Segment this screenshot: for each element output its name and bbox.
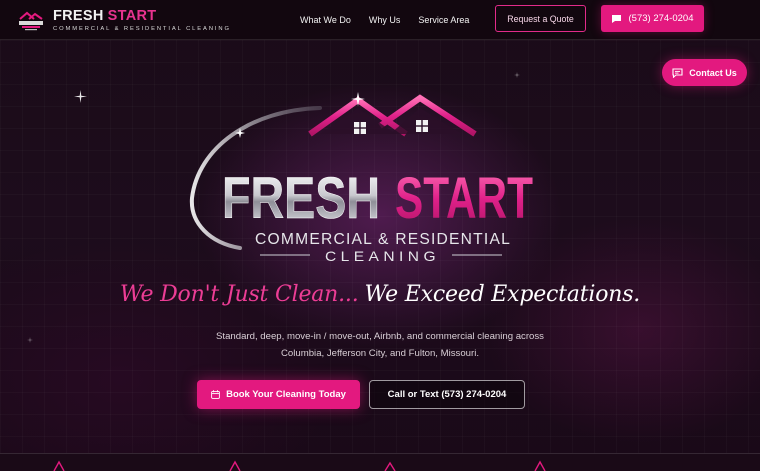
hero-description: Standard, deep, move-in / move-out, Airb… <box>0 328 760 362</box>
site-header: FRESH START COMMERCIAL & RESIDENTIAL CLEA… <box>0 0 760 40</box>
header-phone-label: (573) 274-0204 <box>628 13 694 24</box>
call-or-text-label: Call or Text (573) 274-0204 <box>387 389 507 400</box>
book-cleaning-label: Book Your Cleaning Today <box>226 389 346 400</box>
book-cleaning-button[interactable]: Book Your Cleaning Today <box>197 380 360 409</box>
hero-logo-word-start: START <box>395 166 533 231</box>
brand-name-second: START <box>107 7 157 24</box>
sparkle-icon <box>74 90 87 103</box>
feature-icon <box>534 460 546 471</box>
nav-link-what-we-do[interactable]: What We Do <box>300 15 351 25</box>
sparkle-icon <box>514 72 520 78</box>
message-icon <box>672 67 683 78</box>
hero-logo: FRESH START COMMERCIAL & RESIDENTIAL CLE… <box>189 92 533 264</box>
contact-us-label: Contact Us <box>689 67 737 78</box>
brand-name-first: FRESH <box>53 7 104 24</box>
tagline-part-2: We Exceed Expectations. <box>364 282 641 307</box>
chat-icon <box>611 14 621 23</box>
tagline-part-1: We Don't Just Clean... <box>119 282 359 307</box>
nav-link-why-us[interactable]: Why Us <box>369 15 401 25</box>
nav-link-service-area[interactable]: Service Area <box>418 15 469 25</box>
hero-logo-word-fresh: FRESH <box>222 166 380 231</box>
hero-logo-line-2: CLEANING <box>325 248 440 264</box>
request-quote-label: Request a Quote <box>507 13 574 24</box>
calendar-icon <box>211 390 220 399</box>
main-nav: What We Do Why Us Service Area <box>300 0 487 40</box>
header-phone-button[interactable]: (573) 274-0204 <box>601 5 704 32</box>
hero-tagline: We Don't Just Clean... We Exceed Expectat… <box>0 282 760 307</box>
next-section-strip <box>0 453 760 471</box>
feature-icon <box>229 460 241 471</box>
hero-description-line-2: Columbia, Jefferson City, and Fulton, Mi… <box>281 348 479 359</box>
hero-logo-line-1: COMMERCIAL & RESIDENTIAL <box>255 231 511 248</box>
hero-description-line-1: Standard, deep, move-in / move-out, Airb… <box>216 331 544 342</box>
feature-icon <box>53 460 65 471</box>
feature-icon <box>384 461 396 471</box>
brand-logo-icon <box>19 11 43 31</box>
contact-us-floating-button[interactable]: Contact Us <box>662 59 747 86</box>
brand-subtitle: COMMERCIAL & RESIDENTIAL CLEANING <box>53 25 231 32</box>
call-or-text-button[interactable]: Call or Text (573) 274-0204 <box>369 380 525 409</box>
brand-home-link[interactable]: FRESH START COMMERCIAL & RESIDENTIAL CLEA… <box>16 5 231 35</box>
request-quote-button[interactable]: Request a Quote <box>495 5 586 32</box>
